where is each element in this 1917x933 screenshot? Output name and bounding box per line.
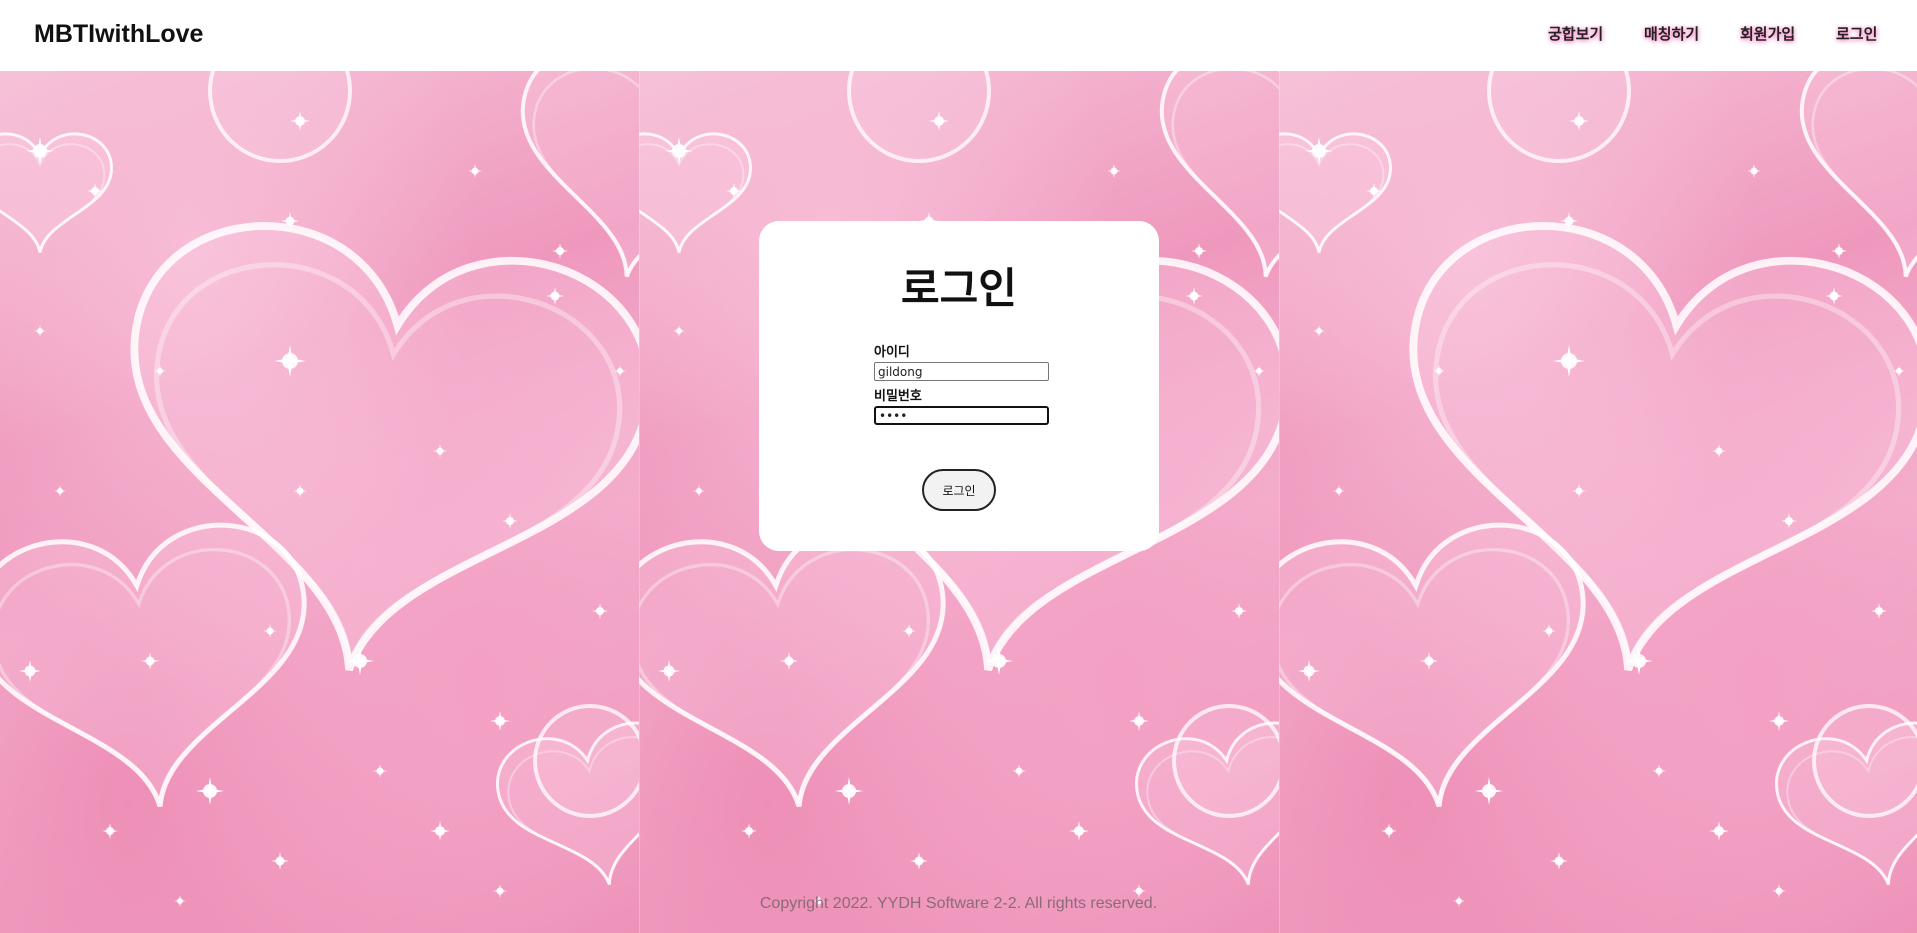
sparkle-star [1107, 164, 1121, 178]
sparkle-star [1747, 164, 1761, 178]
sparkle-star [673, 325, 685, 337]
sparkle-star [693, 485, 705, 497]
sparkle-star [1381, 823, 1397, 839]
panel-divider [639, 71, 640, 933]
hearts-decoration [0, 71, 639, 907]
sparkle-star [1333, 485, 1345, 497]
sparkle-star [34, 325, 46, 337]
login-card: 로그인 아이디 비밀번호 로그인 [759, 221, 1159, 551]
sparkle-star [592, 603, 608, 619]
sparkle-star [490, 711, 510, 731]
nav-item-login[interactable]: 로그인 [1836, 23, 1877, 44]
sparkle-star [552, 243, 568, 259]
sparkle-star [1313, 325, 1325, 337]
nav-item-matching[interactable]: 매칭하기 [1644, 23, 1699, 44]
sparkle-star [1231, 603, 1247, 619]
id-input[interactable] [874, 362, 1049, 381]
sparkle-star [54, 485, 66, 497]
sparkle-star [373, 764, 387, 778]
sparkle-star [102, 823, 118, 839]
sparkle-star [1550, 852, 1568, 870]
brand-logo-text[interactable]: MBTIwithLove [34, 20, 203, 49]
background-panel-right [1279, 71, 1917, 933]
round-bubble-shape [1487, 71, 1631, 163]
heart-bubble-shape [0, 522, 307, 808]
sparkle-star [1769, 711, 1789, 731]
sparkle-star [1709, 821, 1729, 841]
password-input[interactable] [874, 406, 1049, 425]
sparkle-star [430, 821, 450, 841]
hearts-decoration [1279, 71, 1917, 907]
login-title: 로그인 [901, 264, 1017, 313]
footer-copyright: Copyright 2022. YYDH Software 2-2. All r… [759, 895, 1158, 912]
heart-bubble-shape [639, 522, 946, 808]
top-navbar: MBTIwithLove 궁합보기 매칭하기 회원가입 로그인 [0, 0, 1917, 71]
sparkle-star [1069, 821, 1089, 841]
nav-item-compatibility[interactable]: 궁합보기 [1548, 23, 1603, 44]
login-submit-button[interactable]: 로그인 [922, 469, 996, 511]
sparkle-star [1871, 603, 1887, 619]
sparkle-star [1652, 764, 1666, 778]
round-bubble-shape [533, 704, 639, 818]
sparkle-star [196, 777, 224, 805]
sparkle-star [1475, 777, 1503, 805]
page: MBTIwithLove 궁합보기 매칭하기 회원가입 로그인 로그인 아이디 … [0, 0, 1917, 933]
round-bubble-shape [1172, 704, 1279, 818]
password-label: 비밀번호 [874, 389, 922, 404]
sparkle-star [271, 852, 289, 870]
id-label: 아이디 [874, 345, 910, 360]
heart-bubble-shape [1279, 522, 1586, 808]
background-panel-left [0, 71, 639, 933]
sparkle-star [1012, 764, 1026, 778]
round-bubble-shape [208, 71, 352, 163]
nav-item-signup[interactable]: 회원가입 [1740, 23, 1795, 44]
round-bubble-shape [847, 71, 991, 163]
sparkle-star [910, 852, 928, 870]
sparkle-star [468, 164, 482, 178]
panel-divider [1279, 71, 1280, 933]
sparkle-star [1129, 711, 1149, 731]
sparkle-star [1191, 243, 1207, 259]
sparkle-star [1831, 243, 1847, 259]
sparkle-star [835, 777, 863, 805]
sparkle-star [741, 823, 757, 839]
round-bubble-shape [1812, 704, 1917, 818]
